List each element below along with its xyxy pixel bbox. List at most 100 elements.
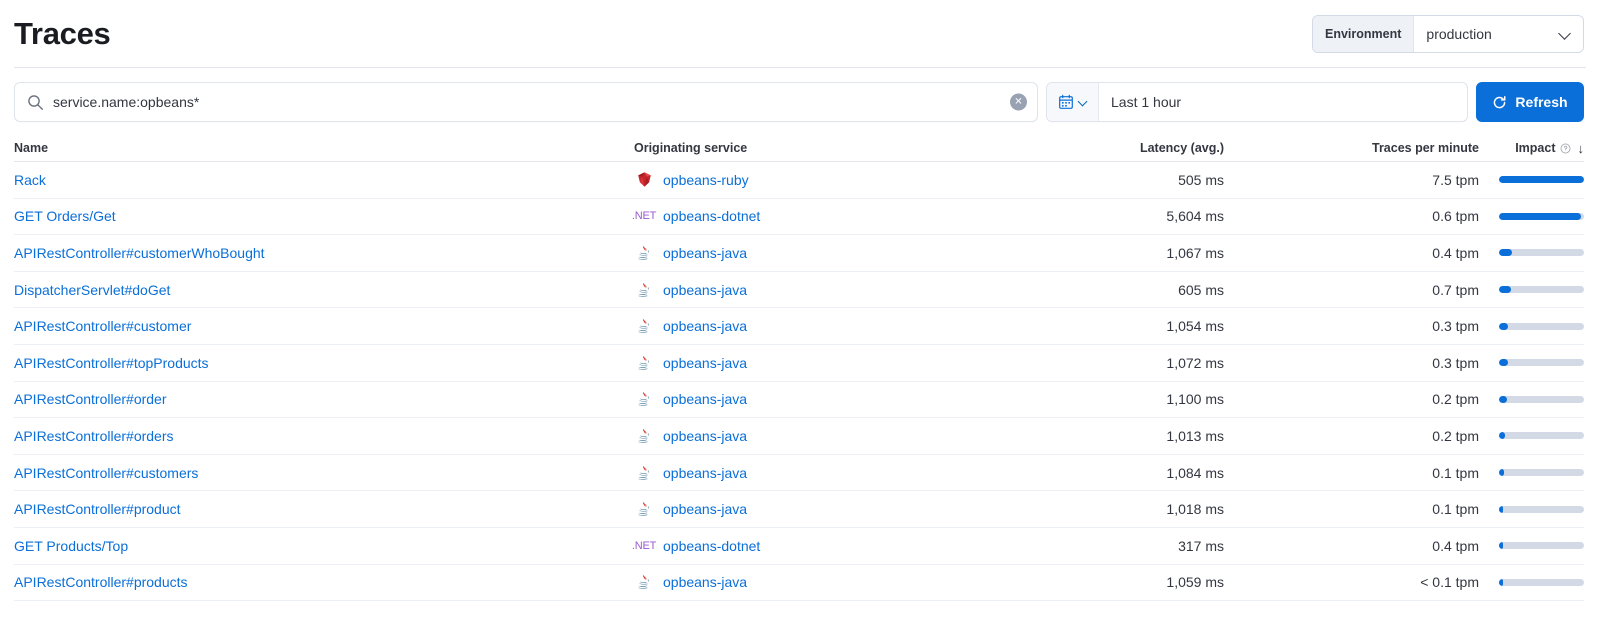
impact-bar-track [1499,579,1584,586]
impact-bar-fill [1499,213,1581,220]
table-row[interactable]: APIRestController#customerWhoBought opbea… [14,235,1584,272]
table-row[interactable]: DispatcherServlet#doGetopbeans-java605 m… [14,272,1584,309]
page-title: Traces [14,18,110,49]
impact-bar-track [1499,286,1584,293]
refresh-button[interactable]: Refresh [1476,82,1584,122]
cell-trace-name: GET Orders/Get [14,208,634,224]
tpm-value: < 0.1 tpm [1420,574,1479,590]
cell-traces-per-minute: 0.7 tpm [1224,282,1479,298]
cell-impact [1479,542,1584,549]
service-name-link[interactable]: opbeans-dotnet [663,208,760,224]
cell-latency: 1,013 ms [964,428,1224,444]
latency-value: 1,059 ms [1166,574,1224,590]
cell-impact [1479,432,1584,439]
column-header-impact[interactable]: Impact ↓ [1479,141,1584,155]
impact-bar-track [1499,469,1584,476]
table-row[interactable]: Rackopbeans-ruby505 ms7.5 tpm [14,162,1584,199]
table-row[interactable]: GET Orders/Get.NETopbeans-dotnet5,604 ms… [14,199,1584,236]
table-row[interactable]: GET Products/Top.NETopbeans-dotnet317 ms… [14,528,1584,565]
java-icon [634,316,654,336]
sort-descending-icon[interactable]: ↓ [1578,142,1585,155]
cell-originating-service: .NET opbeans-dotnet [634,536,964,556]
clear-search-button[interactable]: ✕ [1010,94,1027,111]
column-header-latency[interactable]: Latency (avg.) [964,141,1224,155]
cell-latency: 1,084 ms [964,465,1224,481]
chevron-down-icon [1559,27,1573,41]
table-body: Rackopbeans-ruby505 ms7.5 tpmGET Orders/… [14,162,1584,601]
dotnet-icon: .NET [634,206,654,226]
table-row[interactable]: APIRestController#topProducts opbeans-jav… [14,345,1584,382]
date-quick-select-button[interactable] [1047,83,1099,121]
search-query-text: service.name:opbeans* [53,94,199,110]
table-header-row: Name Originating service Latency (avg.) … [14,135,1584,162]
trace-name-link[interactable]: APIRestController#customers [14,465,198,481]
cell-traces-per-minute: 0.3 tpm [1224,355,1479,371]
environment-dropdown[interactable]: production [1414,16,1583,52]
trace-name-link[interactable]: APIRestController#order [14,391,167,407]
table-row[interactable]: APIRestController#orderopbeans-java1,100… [14,382,1584,419]
help-circle-icon[interactable] [1560,143,1571,154]
column-header-tpm[interactable]: Traces per minute [1224,141,1479,155]
date-range-value[interactable]: Last 1 hour [1099,83,1467,121]
cell-latency: 505 ms [964,172,1224,188]
service-name-link[interactable]: opbeans-java [663,391,747,407]
cell-originating-service: opbeans-java [634,389,964,409]
tpm-value: 0.3 tpm [1432,355,1479,371]
calendar-icon [1058,94,1074,110]
service-name-link[interactable]: opbeans-java [663,501,747,517]
cell-originating-service: opbeans-java [634,499,964,519]
table-row[interactable]: APIRestController#orders opbeans-java 1,01… [14,418,1584,455]
cell-traces-per-minute: 0.3 tpm [1224,318,1479,334]
refresh-label: Refresh [1515,94,1567,110]
column-header-service[interactable]: Originating service [634,141,964,155]
trace-name-link[interactable]: GET Products/Top [14,538,128,554]
query-bar: service.name:opbeans* ✕ [0,68,1600,135]
trace-name-link[interactable]: DispatcherServlet#doGet [14,282,170,298]
cell-trace-name: APIRestController#topProducts [14,355,634,371]
service-name-link[interactable]: opbeans-java [663,245,747,261]
cell-originating-service: opbeans-ruby [634,170,964,190]
search-input[interactable]: service.name:opbeans* [14,82,1038,122]
environment-selector[interactable]: Environment production [1312,15,1584,53]
impact-bar-track [1499,249,1584,256]
table-row[interactable]: APIRestController#customeropbeans-java1,… [14,308,1584,345]
cell-originating-service: opbeans-java [634,353,964,373]
trace-name-link[interactable]: APIRestController#products [14,574,188,590]
cell-originating-service: opbeans-java [634,280,964,300]
latency-value: 1,084 ms [1166,465,1224,481]
latency-value: 1,018 ms [1166,501,1224,517]
trace-name-link[interactable]: APIRestController#product [14,501,181,517]
service-name-link[interactable]: opbeans-java [663,574,747,590]
cell-originating-service: opbeans-java [634,426,964,446]
cell-trace-name: APIRestController#customer [14,318,634,334]
service-name-link[interactable]: opbeans-dotnet [663,538,760,554]
trace-name-link[interactable]: Rack [14,172,46,188]
cell-originating-service: opbeans-java [634,316,964,336]
service-name-link[interactable]: opbeans-java [663,465,747,481]
service-name-link[interactable]: opbeans-java [663,428,747,444]
cell-impact [1479,249,1584,256]
service-name-link[interactable]: opbeans-java [663,282,747,298]
java-icon [634,463,654,483]
cell-traces-per-minute: 0.2 tpm [1224,391,1479,407]
impact-bar-fill [1499,359,1508,366]
service-name-link[interactable]: opbeans-java [663,318,747,334]
service-name-link[interactable]: opbeans-java [663,355,747,371]
trace-name-link[interactable]: APIRestController#orders [14,428,174,444]
impact-bar-fill [1499,542,1503,549]
trace-name-link[interactable]: APIRestController#topProducts [14,355,209,371]
trace-name-link[interactable]: APIRestController#customer [14,318,191,334]
table-row[interactable]: APIRestController#customers opbeans-java 1… [14,455,1584,492]
trace-name-link[interactable]: GET Orders/Get [14,208,116,224]
cell-impact [1479,506,1584,513]
table-row[interactable]: APIRestController#product opbeans-java 1,0… [14,491,1584,528]
tpm-value: 0.2 tpm [1432,428,1479,444]
trace-name-link[interactable]: APIRestController#customerWhoBought [14,245,265,261]
service-name-link[interactable]: opbeans-ruby [663,172,749,188]
table-row[interactable]: APIRestController#products opbeans-java 1,… [14,565,1584,602]
column-header-name[interactable]: Name [14,141,634,155]
date-picker[interactable]: Last 1 hour [1046,82,1468,122]
dotnet-icon: .NET [634,536,654,556]
cell-impact [1479,323,1584,330]
impact-bar-track [1499,323,1584,330]
